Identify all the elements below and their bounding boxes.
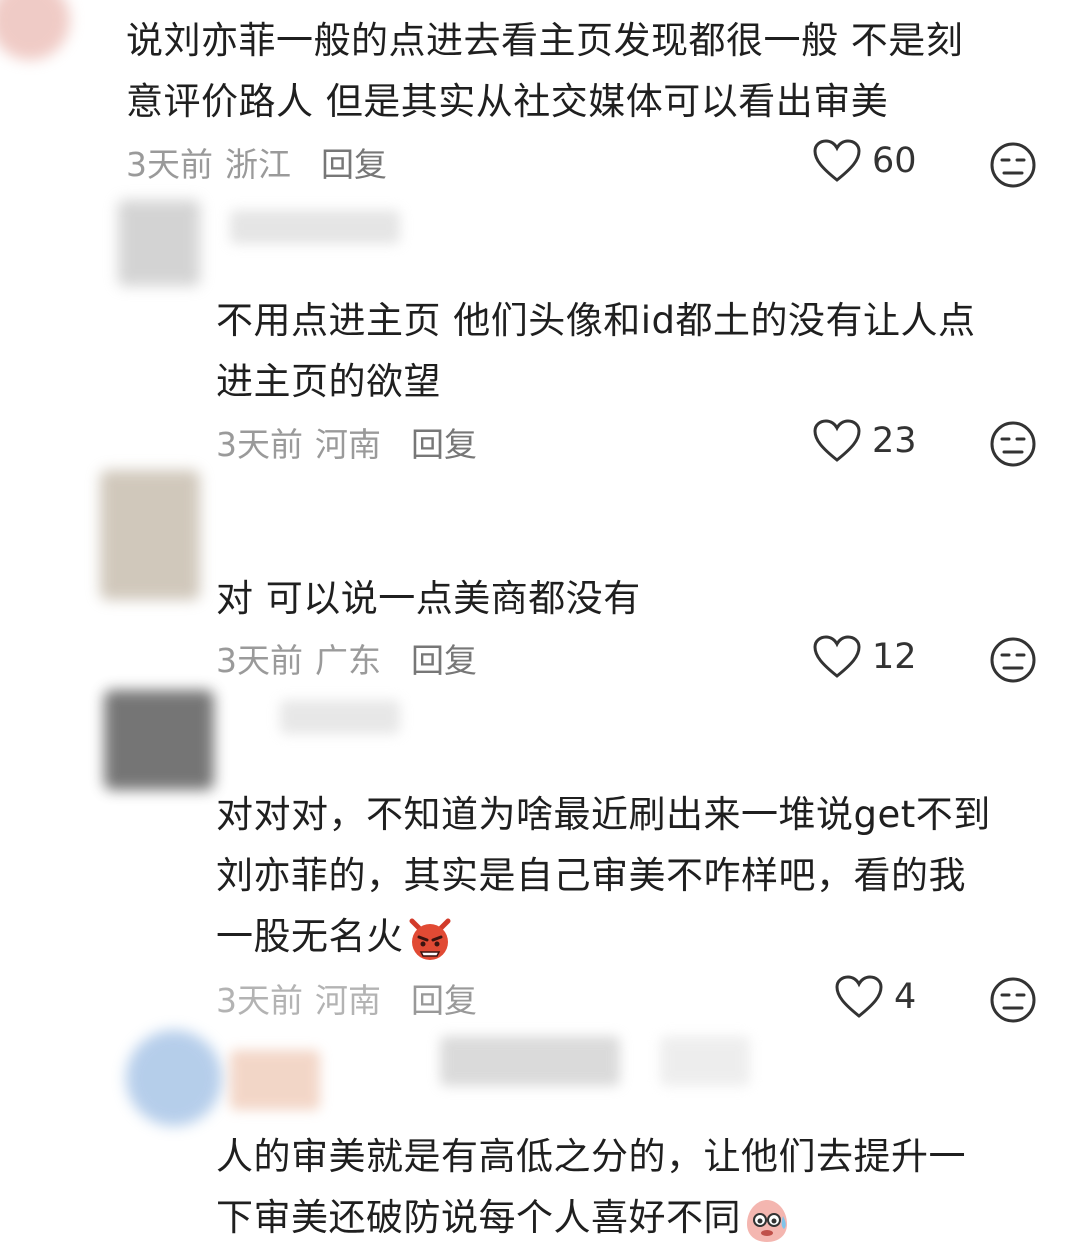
- comment-line: 人的审美就是有高低之分的，让他们去提升一: [216, 1135, 966, 1178]
- angry-devil-emoji: [409, 918, 450, 960]
- comment-line: 对对对，不知道为啥最近刷出来一堆说get不到: [216, 793, 991, 836]
- comment-text: 人的审美就是有高低之分的，让他们去提升一 下审美还破防说每个人喜好不同: [216, 1126, 966, 1248]
- like-button[interactable]: 4: [834, 974, 916, 1020]
- like-count: 23: [872, 421, 917, 461]
- avatar[interactable]: [100, 470, 200, 600]
- comment-meta: 3天前 浙江 回复: [126, 138, 387, 186]
- reply-button[interactable]: 回复: [411, 974, 477, 1022]
- avatar[interactable]: [104, 690, 214, 790]
- like-button[interactable]: 23: [812, 418, 917, 464]
- reply-button[interactable]: 回复: [321, 138, 387, 186]
- username-extra: [660, 1036, 750, 1086]
- comment-line: 对 可以说一点美商都没有: [216, 577, 641, 620]
- username[interactable]: [280, 700, 400, 734]
- comment-line: 下审美还破防说每个人喜好不同: [216, 1187, 966, 1248]
- like-button[interactable]: 60: [812, 138, 917, 184]
- comment-text: 对 可以说一点美商都没有: [216, 568, 641, 629]
- comment-location: 河南: [315, 425, 381, 464]
- sweating-face-emoji: [747, 1199, 787, 1242]
- avatar[interactable]: [126, 1030, 222, 1126]
- like-count: 4: [894, 977, 917, 1017]
- avatar[interactable]: [0, 0, 70, 60]
- comment-line-text: 一股无名火: [216, 915, 404, 958]
- like-count: 60: [872, 141, 917, 181]
- username[interactable]: [230, 1050, 320, 1110]
- comment-line: 意评价路人 但是其实从社交媒体可以看出审美: [126, 80, 889, 123]
- comment-location: 广东: [315, 641, 381, 680]
- like-count: 12: [872, 637, 917, 677]
- comment-time: 3天前: [216, 641, 303, 680]
- heart-outline-icon: [813, 139, 861, 182]
- comment-location: 浙江: [225, 145, 291, 184]
- heart-outline-icon: [813, 635, 861, 678]
- comment-line-text: 下审美还破防说每个人喜好不同: [216, 1196, 741, 1239]
- comment-location: 河南: [315, 981, 381, 1020]
- comment-line: 一股无名火: [216, 906, 991, 967]
- comment-meta: 3天前 河南 回复: [216, 974, 477, 1022]
- comment-meta: 3天前 河南 回复: [216, 418, 477, 466]
- username-extra: [440, 1036, 620, 1086]
- heart-outline-icon: [835, 975, 883, 1018]
- comment-time: 3天前: [216, 981, 303, 1020]
- comment-text: 不用点进主页 他们头像和id都土的没有让人点 进主页的欲望: [216, 290, 976, 412]
- comment-line: 刘亦菲的，其实是自己审美不咋样吧，看的我: [216, 854, 966, 897]
- comment-line: 说刘亦菲一般的点进去看主页发现都很一般 不是刻: [126, 19, 964, 62]
- like-button[interactable]: 12: [812, 634, 917, 680]
- comment-meta: 3天前 广东 回复: [216, 634, 477, 682]
- comment-line: 进主页的欲望: [216, 360, 441, 403]
- neutral-face-icon[interactable]: [989, 976, 1037, 1024]
- neutral-face-icon[interactable]: [989, 636, 1037, 684]
- avatar[interactable]: [118, 200, 200, 286]
- neutral-face-icon[interactable]: [989, 420, 1037, 468]
- heart-outline-icon: [813, 419, 861, 462]
- comment-text: 说刘亦菲一般的点进去看主页发现都很一般 不是刻 意评价路人 但是其实从社交媒体可…: [126, 10, 963, 132]
- username[interactable]: [230, 210, 400, 244]
- reply-button[interactable]: 回复: [411, 418, 477, 466]
- reply-button[interactable]: 回复: [411, 634, 477, 682]
- comment-line: 不用点进主页 他们头像和id都土的没有让人点: [216, 299, 976, 342]
- comment-time: 3天前: [216, 425, 303, 464]
- neutral-face-icon[interactable]: [989, 141, 1037, 189]
- comment-time: 3天前: [126, 145, 213, 184]
- comment-text: 对对对，不知道为啥最近刷出来一堆说get不到 刘亦菲的，其实是自己审美不咋样吧，…: [216, 784, 991, 967]
